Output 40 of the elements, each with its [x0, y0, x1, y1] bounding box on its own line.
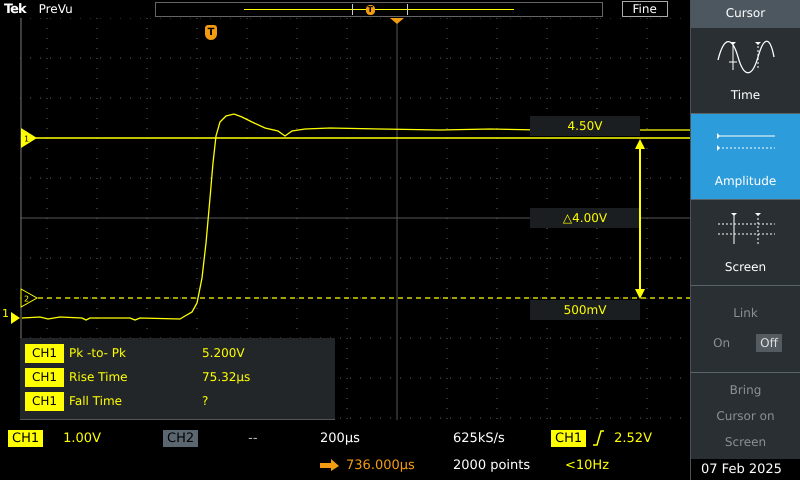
trigger-marker: T [205, 25, 217, 40]
sine-cursors-icon [716, 40, 776, 74]
measurement-value: 75.32µs [202, 370, 250, 384]
panel-title: Cursor [691, 0, 800, 28]
vertical-scale: -- [248, 430, 258, 446]
measurement-name: Fall Time [69, 394, 124, 408]
channel-badge: CH1 [25, 368, 64, 386]
channel-badge[interactable]: CH1 [8, 430, 44, 446]
horizontal-scale: 200µs [320, 430, 360, 446]
vertical-scale: 1.00V [63, 430, 101, 446]
channel-badge: CH1 [25, 392, 64, 410]
link-label: Link [733, 306, 758, 320]
record-length: 2000 points [453, 458, 530, 472]
crosshair-cursors-icon [716, 212, 776, 246]
fine-button[interactable]: Fine [622, 1, 668, 17]
horizontal-position: 736.000µs [346, 458, 415, 472]
channel-marker: 1 [2, 308, 9, 320]
measurement-value: 5.200V [202, 346, 245, 360]
channel-badge[interactable]: CH1 [551, 430, 586, 446]
cursor-readout: △4.00V [530, 208, 640, 228]
measurement-value: ? [202, 394, 208, 408]
trigger-marker: T [366, 4, 375, 14]
rising-edge-icon [592, 430, 604, 446]
sample-rate: 625kS/s [453, 430, 505, 446]
trigger-frequency: <10Hz [565, 458, 610, 472]
mode-label: PreVu [38, 2, 73, 16]
cursor-readout: 500mV [530, 300, 640, 320]
measurement-name: Pk -to- Pk [69, 346, 127, 360]
arrow-right-icon [320, 458, 340, 472]
trigger-position-icon [390, 18, 404, 24]
channel-badge: CH1 [25, 344, 64, 362]
logo: Tek [4, 2, 26, 16]
trigger-level: 2.52V [614, 430, 652, 446]
channel-badge[interactable]: CH2 [163, 430, 198, 446]
cursor-marker[interactable]: 1 [20, 128, 38, 148]
date-label: 07 Feb 2025 [691, 459, 800, 480]
triangle-icon [11, 312, 20, 324]
measurement-name: Rise Time [69, 370, 129, 384]
cursor-marker[interactable]: 2 [20, 288, 38, 308]
cursor-readout: 4.50V [530, 116, 640, 136]
